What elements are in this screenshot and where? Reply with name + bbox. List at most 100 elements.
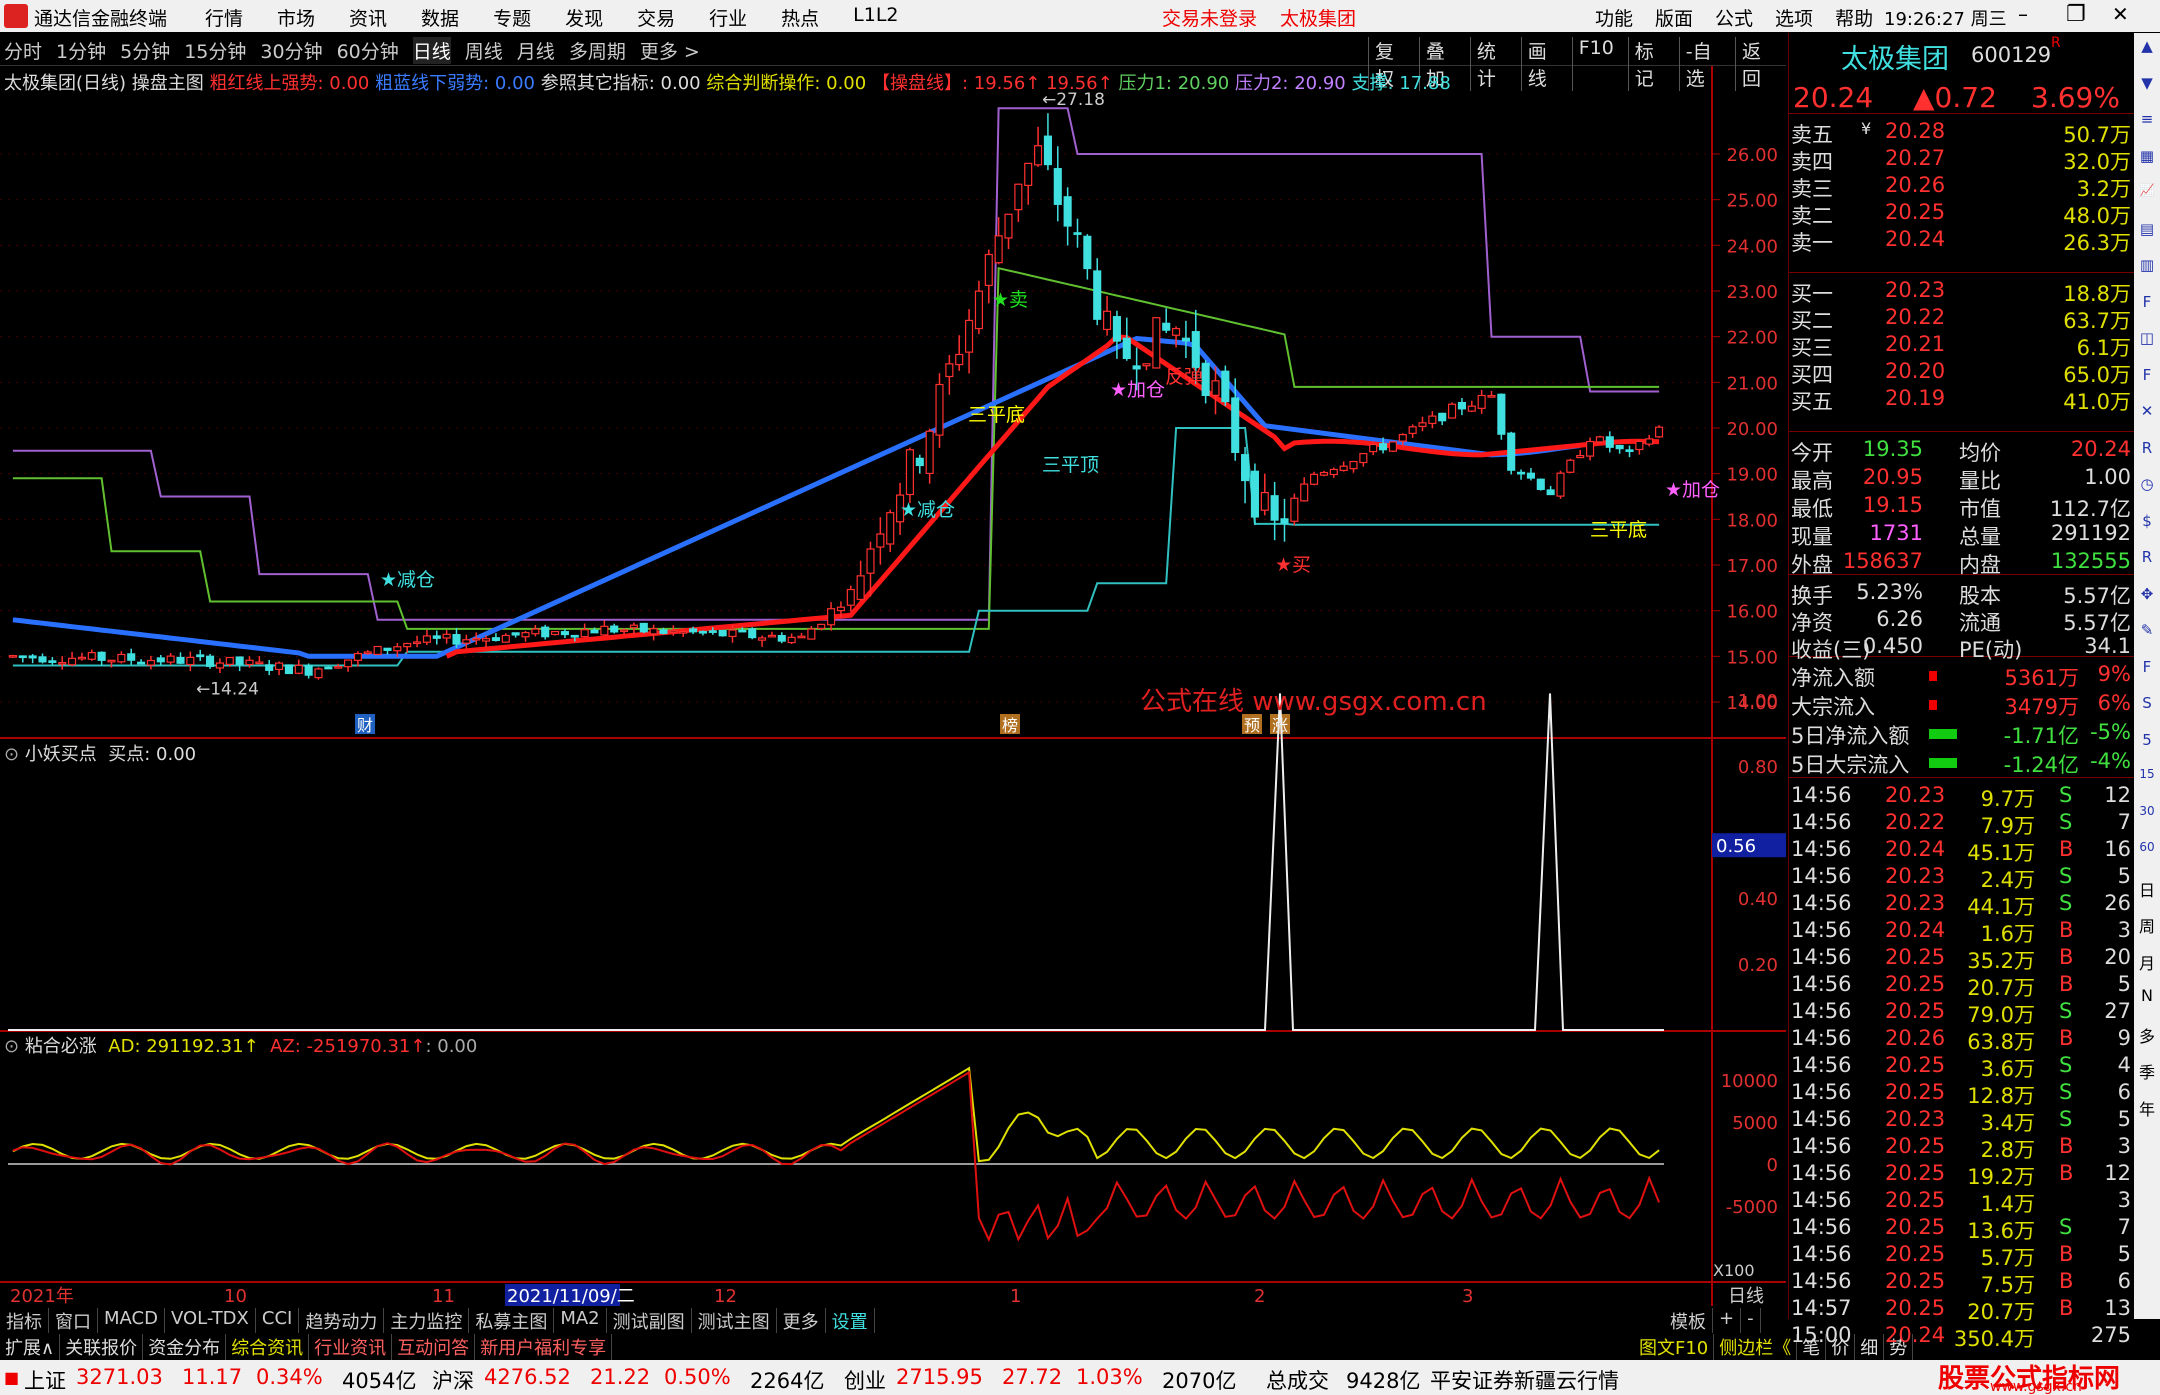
pen-icon[interactable]: ✎ bbox=[2136, 621, 2158, 643]
indicator-tab-12[interactable]: 设置 bbox=[826, 1308, 875, 1334]
right-menu-item-2[interactable]: 公式 bbox=[1715, 4, 1753, 31]
candle-body bbox=[107, 659, 116, 663]
menu-item-1[interactable]: 市场 bbox=[277, 4, 315, 31]
indicator-tab-0[interactable]: 指标 bbox=[0, 1308, 49, 1334]
indicator-tab-10[interactable]: 测试主图 bbox=[692, 1308, 777, 1334]
period-tab-10[interactable]: 更多 > bbox=[640, 37, 700, 64]
right-menu-item-3[interactable]: 选项 bbox=[1775, 4, 1813, 31]
indicator-tab-7[interactable]: 私募主图 bbox=[469, 1308, 555, 1334]
period-tab-3[interactable]: 15分钟 bbox=[184, 37, 246, 64]
info-tab-4[interactable]: 行业资讯 bbox=[309, 1334, 393, 1360]
info-tab-6[interactable]: 新用户福利专享 bbox=[475, 1334, 613, 1360]
restore-icon[interactable]: ❐ bbox=[2066, 2, 2086, 27]
close-icon[interactable]: ✕ bbox=[2112, 2, 2129, 26]
f10-icon[interactable]: F bbox=[2136, 293, 2158, 315]
menu-item-3[interactable]: 数据 bbox=[421, 4, 459, 31]
indicator-tab-8[interactable]: MA2 bbox=[554, 1308, 607, 1334]
rsi-icon[interactable]: R bbox=[2136, 548, 2158, 570]
period-tab-1[interactable]: 1分钟 bbox=[56, 37, 106, 64]
indicator-tab-6[interactable]: 主力监控 bbox=[384, 1308, 470, 1334]
indicator-tab-4[interactable]: CCI bbox=[256, 1308, 300, 1334]
trade-status[interactable]: 交易未登录 bbox=[1162, 4, 1257, 31]
period-tab-5[interactable]: 60分钟 bbox=[337, 37, 399, 64]
period-tab-8[interactable]: 月线 bbox=[517, 37, 555, 64]
move-icon[interactable]: ✥ bbox=[2136, 585, 2158, 607]
30-icon[interactable]: 30 bbox=[2136, 804, 2158, 826]
panel-btn-4[interactable]: 细 bbox=[1855, 1334, 1885, 1360]
tick-price: 20.25 bbox=[1885, 1296, 1946, 1320]
s-icon[interactable]: S bbox=[2136, 694, 2158, 716]
15-icon[interactable]: 15 bbox=[2136, 767, 2158, 789]
bar-icon[interactable]: ▤ bbox=[2136, 220, 2158, 242]
season-icon[interactable]: 季 bbox=[2136, 1059, 2158, 1082]
x-icon[interactable]: ✕ bbox=[2136, 402, 2158, 424]
candle-body bbox=[945, 363, 954, 378]
menu-item-9[interactable]: L1L2 bbox=[853, 4, 898, 31]
layers-icon[interactable]: ◫ bbox=[2136, 329, 2158, 351]
index-name-1[interactable]: 沪深 bbox=[432, 1365, 474, 1395]
info-tab-3[interactable]: 综合资讯 bbox=[226, 1334, 310, 1360]
multi-icon[interactable]: 多 bbox=[2136, 1023, 2158, 1046]
right-menu-item-1[interactable]: 版面 bbox=[1655, 4, 1693, 31]
indicator-tab-11[interactable]: 更多 bbox=[777, 1308, 826, 1334]
month-icon[interactable]: 月 bbox=[2136, 950, 2158, 973]
kline-icon[interactable]: ▥ bbox=[2136, 256, 2158, 278]
fs-icon[interactable]: F bbox=[2136, 658, 2158, 680]
list-icon[interactable]: ≡ bbox=[2136, 110, 2158, 132]
main-indicator-name[interactable]: 操盘主图 bbox=[132, 73, 204, 94]
menu-item-6[interactable]: 交易 bbox=[637, 4, 675, 31]
index-name-2[interactable]: 创业 bbox=[844, 1365, 886, 1395]
kline-chart-area[interactable]: 26.00 25.00 24.00 23.00 22.00 21.00 20.00 19.00… bbox=[0, 66, 1786, 1319]
flow-bar bbox=[1929, 758, 1957, 768]
cycle-icon[interactable]: ◷ bbox=[2136, 475, 2158, 497]
period-tab-0[interactable]: 分时 bbox=[4, 37, 42, 64]
period-tab-6[interactable]: 日线 bbox=[412, 37, 451, 64]
template-btn-2[interactable]: - bbox=[1741, 1308, 1761, 1334]
menu-item-5[interactable]: 发现 bbox=[565, 4, 603, 31]
sub2-icon[interactable]: ⊙ bbox=[4, 1036, 25, 1057]
indicator-tab-9[interactable]: 测试副图 bbox=[607, 1308, 692, 1334]
panel-btn-1[interactable]: 侧边栏《 bbox=[1714, 1334, 1798, 1360]
sub1-icon[interactable]: ⊙ bbox=[4, 744, 25, 765]
r-icon[interactable]: R bbox=[2136, 439, 2158, 461]
chart-icon[interactable]: 📈 bbox=[2136, 183, 2158, 205]
dollar-icon[interactable]: $ bbox=[2136, 512, 2158, 534]
ask-volume: 32.0万 bbox=[2063, 150, 2131, 174]
menu-item-4[interactable]: 专题 bbox=[493, 4, 531, 31]
info-tab-2[interactable]: 资金分布 bbox=[143, 1334, 227, 1360]
down-arrow-icon[interactable]: ▼ bbox=[2136, 74, 2158, 96]
indicator-tab-2[interactable]: MACD bbox=[98, 1308, 165, 1334]
menu-item-0[interactable]: 行情 bbox=[205, 4, 243, 31]
period-tab-9[interactable]: 多周期 bbox=[569, 37, 626, 64]
index-name-0[interactable]: 上证 bbox=[24, 1365, 66, 1395]
info-tab-5[interactable]: 互动问答 bbox=[392, 1334, 476, 1360]
menu-item-8[interactable]: 热点 bbox=[781, 4, 819, 31]
period-tab-7[interactable]: 周线 bbox=[465, 37, 503, 64]
period-tab-4[interactable]: 30分钟 bbox=[260, 37, 322, 64]
menu-item-7[interactable]: 行业 bbox=[709, 4, 747, 31]
menu-item-2[interactable]: 资讯 bbox=[349, 4, 387, 31]
info-tab-1[interactable]: 关联报价 bbox=[60, 1334, 144, 1360]
sub2-title[interactable]: 粘合必涨 bbox=[25, 1036, 97, 1057]
minimize-icon[interactable]: – bbox=[2018, 2, 2028, 26]
info-tab-0[interactable]: 扩展∧ bbox=[0, 1334, 61, 1360]
indicator-tab-3[interactable]: VOL-TDX bbox=[165, 1308, 256, 1334]
grid-icon[interactable]: ▦ bbox=[2136, 147, 2158, 169]
5-icon[interactable]: 5 bbox=[2136, 731, 2158, 753]
period-tab-2[interactable]: 5分钟 bbox=[120, 37, 170, 64]
template-btn-1[interactable]: + bbox=[1713, 1308, 1742, 1334]
up-arrow-icon[interactable]: ▲ bbox=[2136, 37, 2158, 59]
right-menu-item-0[interactable]: 功能 bbox=[1595, 4, 1633, 31]
day-icon[interactable]: 日 bbox=[2136, 877, 2158, 900]
f-icon[interactable]: F bbox=[2136, 366, 2158, 388]
indicator-tab-5[interactable]: 趋势动力 bbox=[299, 1308, 385, 1334]
60-icon[interactable]: 60 bbox=[2136, 840, 2158, 862]
right-menu-item-4[interactable]: 帮助 bbox=[1835, 4, 1873, 31]
year-icon[interactable]: 年 bbox=[2136, 1096, 2158, 1119]
week-icon[interactable]: 周 bbox=[2136, 913, 2158, 936]
indicator-tab-1[interactable]: 窗口 bbox=[49, 1308, 98, 1334]
panel-btn-0[interactable]: 图文F10 bbox=[1634, 1334, 1715, 1360]
sub1-title[interactable]: 小妖买点 bbox=[25, 744, 97, 765]
n-icon[interactable]: N bbox=[2136, 986, 2158, 1008]
template-btn-0[interactable]: 模板 bbox=[1664, 1308, 1713, 1334]
